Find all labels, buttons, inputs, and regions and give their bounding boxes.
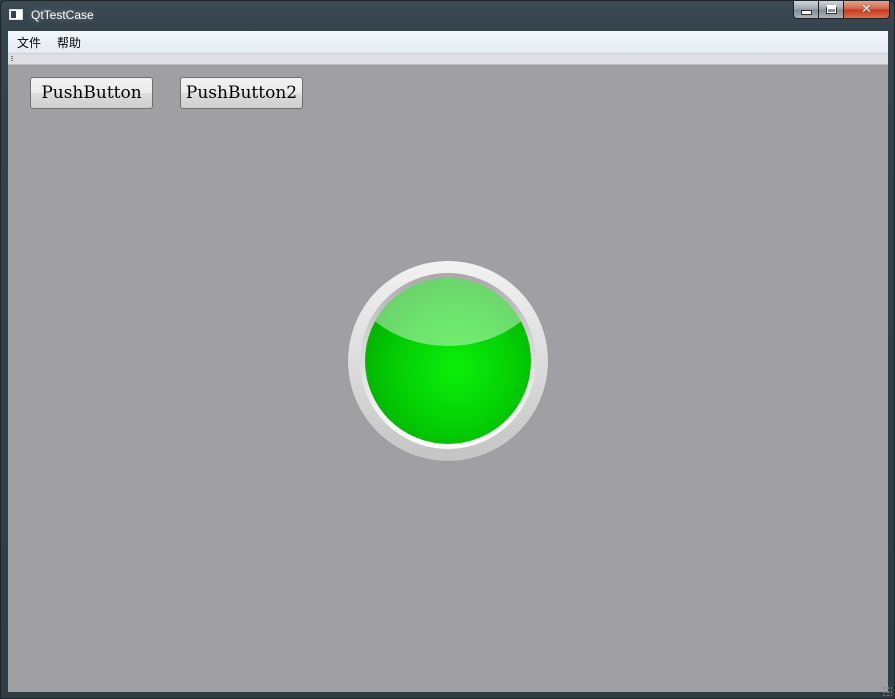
menu-file[interactable]: 文件	[14, 34, 44, 51]
menu-help[interactable]: 帮助	[54, 34, 84, 51]
close-icon: ✕	[861, 2, 872, 17]
lamp-glare	[365, 278, 531, 346]
push-button-2[interactable]: PushButton2	[180, 77, 303, 109]
toolbar	[8, 54, 888, 65]
client-area: 文件 帮助 PushButton PushButton2	[8, 31, 888, 692]
toolbar-grip-handle[interactable]	[11, 56, 13, 62]
title-bar[interactable]: QtTestCase ✕	[1, 1, 894, 31]
resize-grip-icon[interactable]	[882, 686, 892, 696]
minimize-button[interactable]	[793, 1, 819, 19]
minimize-icon	[800, 10, 812, 15]
central-widget: PushButton PushButton2	[8, 65, 888, 692]
app-icon	[9, 9, 23, 20]
window-title: QtTestCase	[31, 8, 94, 22]
lamp-bezel	[360, 273, 536, 449]
maximize-icon	[825, 5, 837, 14]
indicator-lamp	[348, 261, 548, 461]
push-button-1[interactable]: PushButton	[30, 77, 153, 109]
close-button[interactable]: ✕	[844, 1, 890, 19]
caption-buttons: ✕	[793, 1, 890, 21]
menu-bar: 文件 帮助	[8, 31, 888, 54]
main-window: QtTestCase ✕ 文件 帮助 PushButton PushButton…	[0, 0, 895, 699]
maximize-button[interactable]	[819, 1, 844, 19]
lamp-light-green	[365, 278, 531, 444]
